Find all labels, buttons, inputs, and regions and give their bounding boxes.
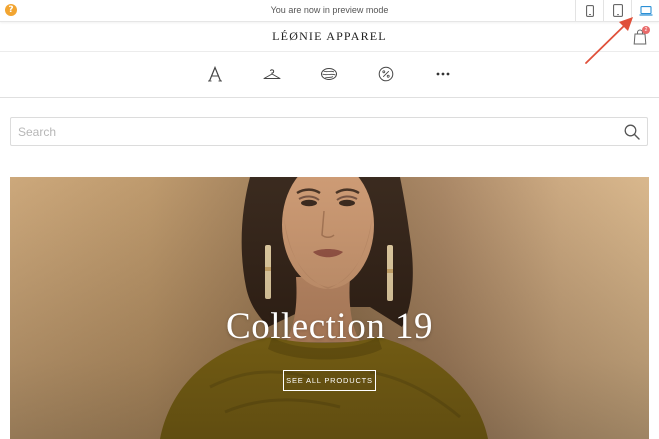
percent-badge-icon: [378, 66, 394, 82]
category-sale[interactable]: [376, 64, 396, 84]
category-clothing[interactable]: [262, 64, 282, 84]
category-more[interactable]: [433, 64, 453, 84]
tablet-view-button[interactable]: [603, 0, 631, 21]
store-logo[interactable]: LÉØNIE APPAREL: [0, 22, 659, 51]
preview-mode-text: You are now in preview mode: [270, 5, 389, 15]
laptop-icon: [639, 5, 652, 16]
device-toggles: [575, 0, 659, 21]
search-box: [10, 117, 648, 146]
desktop-view-button[interactable]: [631, 0, 659, 21]
clothes-hanger-icon: [263, 69, 281, 79]
preview-bar: ? You are now in preview mode: [0, 0, 659, 22]
search-input[interactable]: [11, 118, 618, 145]
tablet-icon: [612, 4, 623, 17]
store-header: LÉØNIE APPAREL 2: [0, 22, 659, 52]
category-fonts[interactable]: [205, 64, 225, 84]
category-nav: [0, 52, 659, 98]
more-dots-icon: [436, 72, 450, 76]
letter-a-icon: [208, 66, 222, 82]
smartphone-icon: [585, 4, 594, 17]
hero-title: Collection 19: [226, 306, 433, 347]
mobile-view-button[interactable]: [575, 0, 603, 21]
yarn-ball-icon: [321, 68, 337, 80]
category-knitwear[interactable]: [319, 64, 339, 84]
search-icon[interactable]: [624, 124, 640, 140]
cart-count-badge: 2: [642, 26, 650, 34]
see-all-products-button[interactable]: SEE ALL PRODUCTS: [283, 370, 376, 391]
